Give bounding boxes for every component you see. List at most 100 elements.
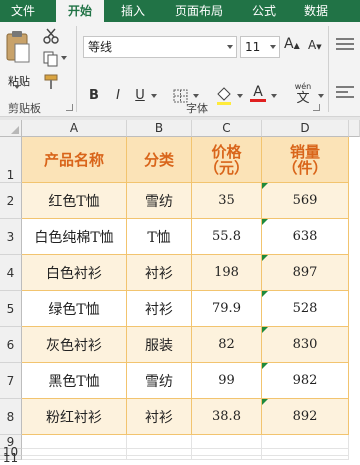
data-cell[interactable]: 雪纺 [127, 183, 192, 219]
copy-dropdown-arrow[interactable] [61, 56, 67, 60]
font-color-button[interactable]: A [250, 84, 266, 102]
data-cell[interactable]: 38.8 [192, 399, 262, 435]
data-cell[interactable]: 892 [262, 399, 349, 435]
grow-font-button[interactable]: A▲ [284, 36, 300, 52]
header-cell[interactable]: 分类 [127, 137, 192, 183]
cell-value: 衬衫 [145, 265, 173, 282]
fill-color-dropdown-arrow[interactable] [237, 94, 243, 98]
clipboard-launcher-icon[interactable] [66, 104, 73, 111]
row-header[interactable]: 11 [0, 452, 22, 464]
format-painter-icon[interactable] [42, 74, 60, 90]
header-cell[interactable]: 价格 （元） [192, 137, 262, 183]
data-cell[interactable]: 雪纺 [127, 363, 192, 399]
cut-icon[interactable] [42, 28, 60, 44]
column-header-c[interactable]: C [192, 120, 262, 137]
header-cell[interactable]: 产品名称 [22, 137, 127, 183]
row-header[interactable]: 7 [0, 363, 22, 399]
font-size-select[interactable]: 11 [240, 36, 280, 58]
data-cell[interactable]: 灰色衬衫 [22, 327, 127, 363]
tab-file[interactable]: 文件 [0, 0, 46, 22]
data-cell[interactable]: 绿色T恤 [22, 291, 127, 327]
empty-cell[interactable] [192, 435, 262, 449]
font-launcher-icon[interactable] [313, 104, 320, 111]
data-cell[interactable]: T恤 [127, 219, 192, 255]
data-cell[interactable]: 35 [192, 183, 262, 219]
ribbon-tab-bar: 文件 开始 插入 页面布局 公式 数据 [0, 0, 360, 22]
row-header[interactable]: 8 [0, 399, 22, 435]
bold-button[interactable]: B [86, 86, 102, 106]
align-lines-icon[interactable] [334, 34, 358, 60]
select-all-corner[interactable] [0, 120, 22, 137]
column-header-b[interactable]: B [127, 120, 192, 137]
row-header[interactable]: 4 [0, 255, 22, 291]
row-header[interactable]: 3 [0, 219, 22, 255]
data-cell[interactable]: 82 [192, 327, 262, 363]
data-cell[interactable]: 白色衬衫 [22, 255, 127, 291]
empty-cell[interactable] [22, 435, 127, 449]
number-as-text-indicator-icon [262, 255, 268, 261]
data-cell[interactable]: 198 [192, 255, 262, 291]
data-cell[interactable]: 528 [262, 291, 349, 327]
column-header-a[interactable]: A [22, 120, 127, 137]
data-cell[interactable]: 白色纯棉T恤 [22, 219, 127, 255]
align-left-icon[interactable] [334, 82, 358, 104]
fill-color-icon[interactable] [214, 86, 234, 106]
phonetic-guide-button[interactable]: wén 文 [288, 82, 318, 106]
header-cell[interactable]: 销量 （件） [262, 137, 349, 183]
row-header[interactable]: 6 [0, 327, 22, 363]
copy-icon[interactable] [42, 51, 60, 67]
data-cell[interactable]: 服装 [127, 327, 192, 363]
phonetic-dropdown-arrow[interactable] [318, 94, 324, 98]
tab-home[interactable]: 开始 [56, 0, 104, 22]
empty-cell[interactable] [192, 456, 262, 460]
empty-cell[interactable] [262, 435, 349, 449]
shrink-font-button[interactable]: A▼ [308, 38, 322, 52]
borders-dropdown-arrow[interactable] [193, 94, 199, 98]
data-cell[interactable]: 897 [262, 255, 349, 291]
empty-cell[interactable] [192, 449, 262, 456]
number-as-text-indicator-icon [262, 219, 268, 225]
tab-page-layout[interactable]: 页面布局 [164, 0, 234, 22]
font-name-select[interactable]: 等线 [83, 36, 237, 58]
column-header-e[interactable] [349, 120, 360, 137]
data-cell[interactable]: 红色T恤 [22, 183, 127, 219]
data-cell[interactable]: 黑色T恤 [22, 363, 127, 399]
tab-data[interactable]: 数据 [294, 0, 338, 22]
data-cell[interactable]: 粉红衬衫 [22, 399, 127, 435]
cell-value: 衬衫 [145, 301, 173, 318]
underline-button[interactable]: U [132, 86, 148, 106]
empty-cell[interactable] [22, 456, 127, 460]
paste-button[interactable]: 粘贴 [3, 28, 35, 88]
row-header[interactable]: 1 [0, 137, 22, 183]
clipboard-group-label: 剪贴板 [8, 102, 41, 115]
data-cell[interactable]: 982 [262, 363, 349, 399]
data-cell[interactable]: 55.8 [192, 219, 262, 255]
cell-value: 79.9 [212, 301, 241, 316]
row-header[interactable]: 5 [0, 291, 22, 327]
empty-cell[interactable] [127, 449, 192, 456]
data-cell[interactable]: 衬衫 [127, 291, 192, 327]
data-cell[interactable]: 衬衫 [127, 399, 192, 435]
italic-button[interactable]: I [110, 86, 126, 106]
grow-font-label: A [284, 36, 294, 52]
group-divider [76, 26, 77, 112]
data-cell[interactable]: 569 [262, 183, 349, 219]
cell-value: 红色T恤 [48, 193, 100, 210]
data-cell[interactable]: 79.9 [192, 291, 262, 327]
data-cell[interactable]: 830 [262, 327, 349, 363]
tab-insert[interactable]: 插入 [112, 0, 154, 22]
paste-dropdown-arrow[interactable] [14, 85, 20, 89]
empty-cell[interactable] [127, 456, 192, 460]
empty-cell[interactable] [262, 456, 349, 460]
data-cell[interactable]: 638 [262, 219, 349, 255]
empty-cell[interactable] [127, 435, 192, 449]
underline-dropdown-arrow[interactable] [151, 94, 157, 98]
tab-formulas[interactable]: 公式 [244, 0, 284, 22]
row-header[interactable]: 2 [0, 183, 22, 219]
data-cell[interactable]: 衬衫 [127, 255, 192, 291]
column-header-d[interactable]: D [262, 120, 349, 137]
font-color-dropdown-arrow[interactable] [271, 94, 277, 98]
empty-cell[interactable] [22, 449, 127, 456]
data-cell[interactable]: 99 [192, 363, 262, 399]
empty-cell[interactable] [262, 449, 349, 456]
